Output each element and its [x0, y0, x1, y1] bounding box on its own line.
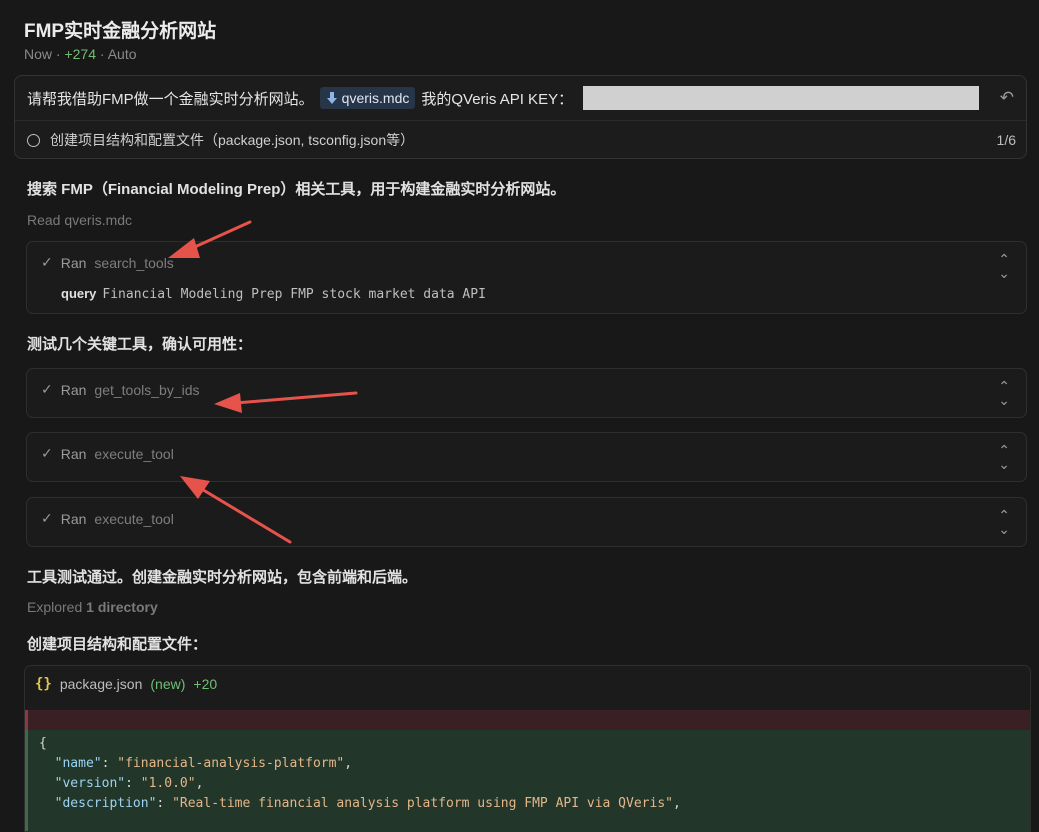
meta-separator: ·	[55, 46, 61, 62]
code-line: "description": "Real-time financial anal…	[54, 796, 681, 811]
tool-name: execute_tool	[94, 510, 174, 527]
meta-separator: ·	[99, 46, 105, 62]
undo-icon[interactable]: ↶	[1000, 88, 1014, 108]
file-chip-label: qveris.mdc	[341, 90, 410, 106]
tool-name: search_tools	[94, 254, 174, 271]
tool-call-header[interactable]: ✓ Ran execute_tool	[41, 445, 174, 462]
read-file-entry[interactable]: Read qveris.mdc	[27, 212, 132, 228]
query-key: query	[61, 286, 97, 301]
tool-call-card[interactable]: ✓ Ran execute_tool ⌃ ⌄	[26, 497, 1027, 547]
todo-label: 创建项目结构和配置文件（package.json, tsconfig.json等…	[50, 132, 415, 148]
tool-status: Ran	[60, 254, 87, 271]
prompt-text: 请帮我借助FMP做一个金融实时分析网站。 qveris.mdc 我的QVeris…	[27, 86, 980, 110]
expand-collapse-icon[interactable]: ⌃ ⌄	[998, 252, 1010, 280]
chat-title: FMP实时金融分析网站	[24, 21, 217, 42]
expand-collapse-icon[interactable]: ⌃ ⌄	[998, 508, 1010, 536]
tool-name: execute_tool	[94, 445, 174, 462]
file-chip[interactable]: qveris.mdc	[319, 87, 416, 109]
check-icon: ✓	[41, 510, 53, 526]
read-filename: qveris.mdc	[64, 212, 133, 228]
tool-status: Ran	[60, 445, 87, 462]
code-file-header[interactable]: {} package.json (new) +20	[35, 676, 217, 692]
assistant-message: 创建项目结构和配置文件：	[27, 636, 208, 653]
tool-status: Ran	[60, 381, 87, 398]
lines-added: +274	[64, 46, 97, 62]
todo-item[interactable]: 创建项目结构和配置文件（package.json, tsconfig.json等…	[27, 130, 414, 150]
query-value: Financial Modeling Prep FMP stock market…	[102, 287, 486, 302]
code-content: { "name": "financial-analysis-platform",…	[39, 734, 681, 814]
download-arrow-icon	[326, 92, 337, 104]
explored-entry[interactable]: Explored 1 directory	[27, 599, 158, 615]
code-diff-card[interactable]: {} package.json (new) +20 { "name": "fin…	[24, 665, 1031, 832]
tool-query: query Financial Modeling Prep FMP stock m…	[61, 286, 486, 302]
tool-call-header[interactable]: ✓ Ran execute_tool	[41, 510, 174, 527]
code-filename: package.json	[59, 676, 143, 692]
check-icon: ✓	[41, 254, 53, 270]
tool-status: Ran	[60, 510, 87, 527]
assistant-message: 测试几个关键工具，确认可用性：	[27, 336, 253, 353]
assistant-message: 搜索 FMP（Financial Modeling Prep）相关工具，用于构建…	[27, 181, 566, 198]
tool-call-header[interactable]: ✓ Ran search_tools	[41, 254, 174, 271]
divider	[15, 120, 1026, 121]
mode-label: Auto	[107, 46, 137, 62]
explored-label: Explored	[27, 599, 83, 615]
todo-counter: 1/6	[996, 132, 1016, 148]
tool-name: get_tools_by_ids	[94, 381, 200, 398]
read-label: Read	[27, 212, 61, 228]
file-status: (new)	[150, 676, 186, 692]
check-icon: ✓	[41, 381, 53, 397]
redacted-api-key	[583, 86, 980, 110]
explored-count: 1 directory	[86, 599, 158, 615]
diff-count: +20	[193, 676, 218, 692]
code-line: "version": "1.0.0",	[54, 776, 204, 791]
code-line: "name": "financial-analysis-platform",	[54, 756, 353, 771]
json-file-icon: {}	[35, 676, 52, 692]
diff-removed-band	[25, 710, 1030, 730]
tool-call-card[interactable]: ✓ Ran get_tools_by_ids ⌃ ⌄	[26, 368, 1027, 418]
expand-collapse-icon[interactable]: ⌃ ⌄	[998, 379, 1010, 407]
expand-collapse-icon[interactable]: ⌃ ⌄	[998, 443, 1010, 471]
assistant-message: 工具测试通过。创建金融实时分析网站，包含前端和后端。	[27, 569, 418, 586]
prompt-text-after: 我的QVeris API KEY：	[421, 90, 574, 108]
timestamp: Now	[24, 46, 53, 62]
prompt-text-before: 请帮我借助FMP做一个金融实时分析网站。	[27, 90, 314, 108]
code-line: {	[39, 736, 47, 751]
tool-call-card[interactable]: ✓ Ran execute_tool ⌃ ⌄	[26, 432, 1027, 482]
tool-call-card[interactable]: ✓ Ran search_tools ⌃ ⌄ query Financial Mod…	[26, 241, 1027, 314]
check-icon: ✓	[41, 445, 53, 461]
todo-circle-icon	[27, 133, 40, 147]
user-prompt-box[interactable]: 请帮我借助FMP做一个金融实时分析网站。 qveris.mdc 我的QVeris…	[14, 75, 1027, 159]
tool-call-header[interactable]: ✓ Ran get_tools_by_ids	[41, 381, 200, 398]
chat-meta: Now · +274 · Auto	[24, 46, 137, 62]
